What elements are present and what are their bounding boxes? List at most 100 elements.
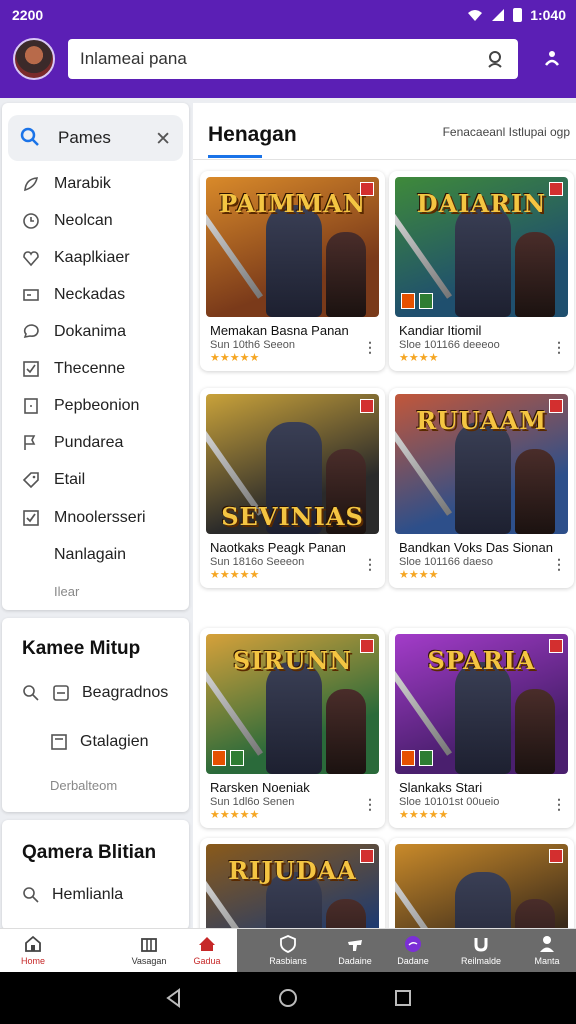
avatar[interactable] <box>13 38 55 80</box>
recents-icon[interactable] <box>393 988 413 1008</box>
sidebar-item-pundarea[interactable]: Pundarea <box>22 428 182 458</box>
section-title: Kamee Mitup <box>22 638 141 659</box>
nav-item-label: Reilmalde <box>460 956 502 966</box>
sidebar-item-kaaplkiaer[interactable]: Kaaplkiaer <box>22 243 182 273</box>
sidebar-item-thecenne[interactable]: Thecenne <box>22 354 182 384</box>
sidebar-item-label: Pepbeonion <box>54 397 140 414</box>
app-header: Inlameai pana <box>0 30 576 98</box>
home-circle-icon[interactable] <box>278 988 298 1008</box>
sidebar-item-dokanima[interactable]: Dokanima <box>22 317 182 347</box>
nav-item-dadane[interactable]: Dadane <box>383 929 443 973</box>
nav-item-dadaine[interactable]: Dadaine <box>325 929 385 973</box>
bottom-nav: Home Vasagan Gadua Rasbians Dadaine Dadane Rei… <box>0 928 576 973</box>
gamepad-icon <box>23 289 39 301</box>
sidebar-item-label: Etail <box>54 471 86 488</box>
search-icon <box>23 887 39 903</box>
game-card[interactable]: PAIMMAN Memakan Basna Panan Sun 10th6 Seeo… <box>200 171 385 371</box>
hero-art <box>515 449 555 534</box>
sidebar-item-neolcan[interactable]: Neolcan <box>22 206 182 236</box>
tab-active[interactable]: Henagan <box>208 123 297 147</box>
section-row-label: Beagradnos <box>82 684 169 701</box>
game-meta: Sun 1dl6o Senen <box>210 796 295 808</box>
nav-item-home[interactable]: Home <box>3 929 63 973</box>
hero-art <box>326 689 366 774</box>
sidebar-item-label: Marabik <box>54 175 111 192</box>
game-title: Naotkaks Peagk Panan <box>210 540 346 555</box>
more-options-icon[interactable]: ⋮ <box>363 339 377 356</box>
game-card[interactable]: DAIARIN Kandiar Itiomil Sloe 101166 deeeoo… <box>389 171 574 371</box>
nav-item-manta[interactable]: Manta <box>517 929 576 973</box>
category-search[interactable]: Pames ✕ <box>8 115 183 161</box>
hat-icon <box>348 940 362 951</box>
section-row-label: Gtalagien <box>80 733 149 750</box>
back-icon[interactable] <box>164 988 184 1008</box>
game-thumbnail[interactable]: PAIMMAN <box>206 177 379 317</box>
section-row-hemlianla[interactable]: Hemlianla <box>22 886 123 904</box>
hero-art <box>326 232 366 317</box>
game-title: Memakan Basna Panan <box>210 323 349 338</box>
search-icon <box>20 127 39 146</box>
game-card[interactable]: SEVINIAS Naotkaks Peagk Panan Sun 1816o Se… <box>200 388 385 588</box>
badge-icon <box>360 639 374 653</box>
game-thumbnail[interactable]: SIRUNN <box>206 634 379 774</box>
section-panel-3: Qamera Blitian Hemlianla <box>2 820 189 930</box>
nav-item-label: Rasbians <box>269 956 307 966</box>
game-meta: Sloe 101166 deeeoo <box>399 339 500 351</box>
game-thumbnail[interactable]: SPARIA <box>395 634 568 774</box>
see-more-link[interactable]: Ilear <box>54 584 79 599</box>
sidebar-item-label: Kaaplkiaer <box>54 249 130 266</box>
game-card[interactable]: SPARIA Slankaks Stari Sloe 10101st 00ueio ★… <box>389 628 574 828</box>
sidebar-item-etail[interactable]: Etail <box>22 465 182 495</box>
game-logo: PAIMMAN <box>219 189 366 218</box>
search-input-text: Inlameai pana <box>80 49 187 68</box>
more-options-icon[interactable]: ⋮ <box>552 796 566 813</box>
more-options-icon[interactable]: ⋮ <box>552 339 566 356</box>
hero-art <box>266 205 322 317</box>
more-options-icon[interactable]: ⋮ <box>363 556 377 573</box>
hero-art <box>455 422 511 534</box>
search-input[interactable]: Inlameai pana <box>68 39 518 79</box>
sword-art <box>395 205 453 299</box>
section-row-beagradnos[interactable]: Beagradnos <box>22 684 168 702</box>
nav-item-gadua[interactable]: Gadua <box>177 929 237 973</box>
divider <box>193 159 576 160</box>
sidebar-item-marabik[interactable]: Marabik <box>22 169 182 199</box>
category-panel: Pames ✕ Marabik Neolcan Kaaplkiaer Necka… <box>2 103 189 610</box>
game-card[interactable]: SIRUNN Rarsken Noeniak Sun 1dl6o Senen ★★★★… <box>200 628 385 828</box>
nav-item-rasbians[interactable]: Rasbians <box>258 929 318 973</box>
nav-item-reilmalde[interactable]: Reilmalde <box>451 929 511 973</box>
nav-item-vasagan[interactable]: Vasagan <box>119 929 179 973</box>
sidebar-item-label: Neolcan <box>54 212 113 229</box>
hero-art <box>515 689 555 774</box>
account-search-icon[interactable] <box>486 49 506 69</box>
game-thumbnail[interactable]: SEVINIAS <box>206 394 379 534</box>
section-panel-2: Kamee Mitup Beagradnos Gtalagien Derbalt… <box>2 618 189 812</box>
profile-icon[interactable] <box>542 48 562 68</box>
more-options-icon[interactable]: ⋮ <box>363 796 377 813</box>
close-icon[interactable]: ✕ <box>155 128 171 151</box>
game-card[interactable]: RUUAAM Bandkan Voks Das Sionan Sloe 101166… <box>389 388 574 588</box>
person-icon <box>540 936 554 952</box>
badge-icon <box>360 399 374 413</box>
document-icon <box>51 734 67 750</box>
header-link[interactable]: Fenacaeanl Istlupai ogp <box>443 125 570 139</box>
badge-icon <box>549 182 563 196</box>
sword-art <box>206 205 264 299</box>
game-thumbnail[interactable]: DAIARIN <box>395 177 568 317</box>
section-row-gtalagien[interactable]: Gtalagien <box>50 733 149 751</box>
nav-item-label: Gadua <box>193 956 221 966</box>
game-logo: DAIARIN <box>416 189 547 218</box>
more-options-icon[interactable]: ⋮ <box>552 556 566 573</box>
sidebar-item-neckadas[interactable]: Neckadas <box>22 280 182 310</box>
sidebar-item-pepbeonion[interactable]: Pepbeonion <box>22 391 182 421</box>
search-icon <box>23 685 39 701</box>
sidebar-item-nanlagain[interactable]: Nanlagain <box>54 540 214 570</box>
sidebar-item-mnoolersseri[interactable]: Mnoolersseri <box>22 503 182 533</box>
game-thumbnail[interactable]: RUUAAM <box>395 394 568 534</box>
badge-icon <box>360 849 374 863</box>
square-icon <box>24 398 38 414</box>
hero-art <box>266 662 322 774</box>
rating-stars: ★★★★★ <box>210 569 260 581</box>
tab-indicator <box>208 155 262 158</box>
nav-item-label: Dadaine <box>338 956 372 966</box>
